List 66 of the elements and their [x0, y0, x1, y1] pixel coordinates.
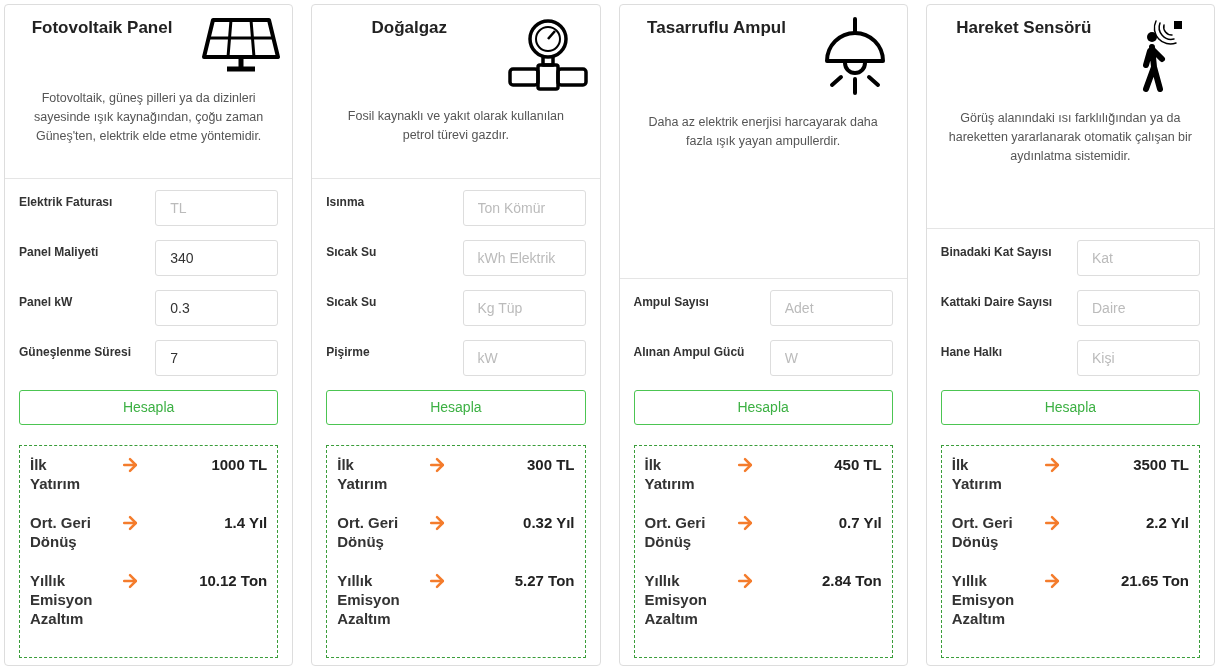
- field-label: Ampul Sayısı: [633, 294, 709, 311]
- field-label: Binadaki Kat Sayısı: [940, 244, 1052, 261]
- field-label: Isınma: [326, 194, 365, 211]
- result-label: Ort. Geri Dönüş: [30, 513, 92, 551]
- calculate-button[interactable]: Hesapla: [19, 390, 279, 425]
- result-label: İlk Yatırım: [337, 455, 389, 493]
- result-label: İlk Yatırım: [951, 455, 1003, 493]
- field-label: Kattaki Daire Sayısı: [940, 294, 1053, 311]
- field-label: Panel Maliyeti: [19, 244, 99, 261]
- card-title: Fotovoltaik Panel: [31, 17, 173, 39]
- result-value: 450 TL: [833, 455, 882, 474]
- field-label: Sıcak Su: [326, 294, 377, 311]
- input-field[interactable]: 340: [155, 240, 279, 276]
- result-value: 5.27 Ton: [513, 571, 575, 590]
- input-field[interactable]: Ton Kömür: [462, 190, 586, 226]
- calculate-button[interactable]: Hesapla: [633, 390, 893, 425]
- card-description: Daha az elektrik enerjisi harcayarak daha fazla ışık yayan ampullerdir.: [647, 114, 879, 150]
- card-title: Doğalgaz: [371, 17, 448, 39]
- input-field[interactable]: Kg Tüp: [462, 290, 586, 326]
- result-value: 10.12 Ton: [198, 571, 268, 590]
- result-value: 1.4 Yıl: [223, 513, 268, 532]
- card-description: Görüş alanındaki ısı farklılığından ya da hareketten yararlanarak otomatik çalışan bir aydınlatma sistemidir.: [948, 110, 1192, 165]
- arrow-icon: [120, 455, 140, 475]
- result-label: İlk Yatırım: [644, 455, 696, 493]
- card-title: Tasarruflu Ampul: [647, 17, 786, 39]
- result-value: 2.84 Ton: [821, 571, 882, 590]
- input-field[interactable]: Kişi: [1077, 340, 1200, 376]
- field-label: Alınan Ampul Gücü: [633, 344, 745, 361]
- solar-panel-icon: [200, 17, 281, 73]
- result-label: Yıllık Emisyon Azaltım: [337, 571, 401, 628]
- result-label: Ort. Geri Dönüş: [644, 513, 707, 551]
- field-label: Hane Halkı: [940, 344, 1003, 361]
- input-field[interactable]: Adet: [769, 290, 893, 326]
- input-field[interactable]: Daire: [1077, 290, 1200, 326]
- result-value: 3500 TL: [1132, 455, 1189, 474]
- result-label: Ort. Geri Dönüş: [951, 513, 1014, 551]
- field-label: Elektrik Faturası: [19, 194, 113, 211]
- result-label: Yıllık Emisyon Azaltım: [30, 571, 94, 628]
- ceiling-lamp-icon: [823, 17, 888, 97]
- result-value: 0.32 Yıl: [522, 513, 575, 532]
- field-label: Güneşlenme Süresi: [19, 344, 132, 361]
- field-label: Pişirme: [326, 344, 370, 361]
- input-field[interactable]: Kat: [1077, 240, 1200, 276]
- result-label: İlk Yatırım: [30, 455, 82, 493]
- result-value: 1000 TL: [210, 455, 268, 474]
- card-title: Hareket Sensörü: [956, 17, 1092, 39]
- input-field[interactable]: 0.3: [155, 290, 279, 326]
- field-label: Sıcak Su: [326, 244, 377, 261]
- calculate-button[interactable]: Hesapla: [940, 390, 1200, 425]
- result-value: 2.2 Yıl: [1144, 513, 1189, 532]
- result-label: Yıllık Emisyon Azaltım: [644, 571, 709, 628]
- result-value: 21.65 Ton: [1119, 571, 1189, 590]
- input-field[interactable]: W: [769, 340, 893, 376]
- input-field[interactable]: 7: [155, 340, 279, 376]
- field-label: Panel kW: [19, 294, 73, 311]
- result-label: Yıllık Emisyon Azaltım: [951, 571, 1016, 628]
- result-value: 0.7 Yıl: [837, 513, 882, 532]
- input-field[interactable]: kWh Elektrik: [462, 240, 586, 276]
- gauge-pipe-icon: [507, 17, 588, 91]
- result-label: Ort. Geri Dönüş: [337, 513, 400, 551]
- calculate-button[interactable]: Hesapla: [326, 390, 586, 425]
- card-description: Fosil kaynaklı ve yakıt olarak kullanılan petrol türevi gazdır.: [346, 108, 565, 144]
- card-description: Fotovoltaik, güneş pilleri ya da dizinleri sayesinde ışık kaynağından, çoğu zaman Güneş'ten, elektrik elde etme yöntemidir.: [32, 90, 265, 145]
- input-field[interactable]: kW: [462, 340, 586, 376]
- result-value: 300 TL: [525, 455, 575, 474]
- input-field[interactable]: TL: [155, 190, 279, 226]
